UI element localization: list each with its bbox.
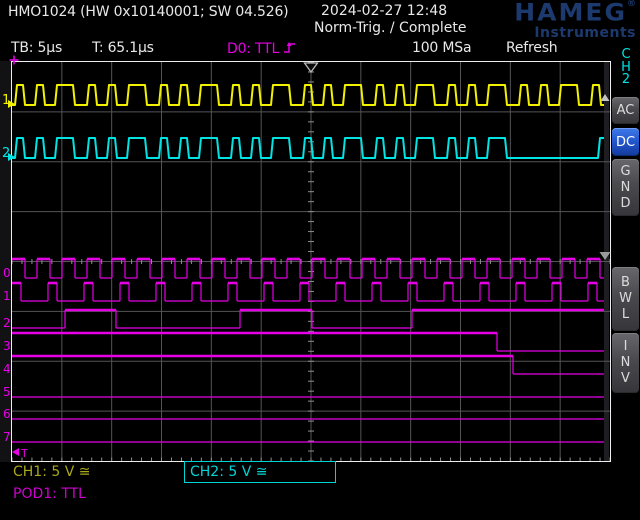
svg-text:2: 2 [3,316,11,330]
svg-text:7: 7 [3,430,11,444]
svg-text:6: 6 [3,407,11,421]
svg-text:4: 4 [3,362,11,376]
coupling-ac-button[interactable]: AC [612,97,639,124]
ch2-status-readout-selected[interactable]: CH2: 5 V ≅ [184,461,336,483]
svg-text:T: T [20,447,28,460]
coupling-dc-button[interactable]: DC [612,128,639,156]
svg-text:0: 0 [3,266,11,280]
coupling-gnd-button[interactable]: GND [612,159,639,216]
svg-text:1: 1 [3,289,11,303]
waveform-display: 0123456712T [0,0,640,520]
sidebar-channel-label: CH2 [612,49,640,87]
ch1-status-readout: CH1: 5 V ≅ [13,464,91,480]
bandwidth-limit-button[interactable]: BWL [612,267,639,331]
oscilloscope-screen: HMO1024 (HW 0x10140001; SW 04.526) 2024-… [0,0,640,520]
svg-text:3: 3 [3,339,11,353]
invert-button[interactable]: INV [612,333,639,393]
pod1-status-readout: POD1: TTL [13,486,86,502]
svg-text:5: 5 [3,385,11,399]
